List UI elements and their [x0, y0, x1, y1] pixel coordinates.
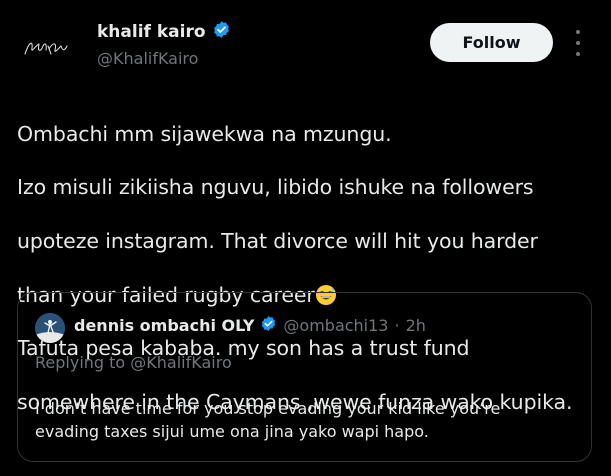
tweet-text-line: Ombachi mm sijawekwa na mzungu. — [17, 121, 392, 146]
tweet-header: khalif kairo @KhalifKairo Follow — [0, 0, 611, 90]
replying-mention-link[interactable]: @KhalifKairo — [130, 353, 231, 372]
quote-header: dennis ombachi OLY @ombachi13 · 2h — [74, 315, 426, 336]
verified-badge-icon — [260, 315, 277, 336]
quote-author-name[interactable]: dennis ombachi OLY — [74, 316, 254, 335]
author-display-name[interactable]: khalif kairo — [97, 22, 206, 42]
quoted-tweet[interactable]: dennis ombachi OLY @ombachi13 · 2h Reply… — [17, 292, 592, 462]
signature-logo-icon — [24, 42, 68, 55]
follow-button[interactable]: Follow — [430, 23, 553, 62]
tweet-text-line: Izo misuli zikiisha nguvu, libido ishuke… — [17, 175, 534, 200]
verified-badge-icon — [212, 20, 231, 43]
more-vertical-icon[interactable] — [568, 30, 588, 56]
author-handle[interactable]: @KhalifKairo — [97, 49, 231, 68]
tweet-text-line: upoteze instagram. That divorce will hit… — [17, 228, 538, 253]
replying-prefix: Replying to — [35, 353, 126, 372]
separator-dot: · — [394, 316, 400, 335]
display-name-row: khalif kairo — [97, 20, 231, 43]
quote-text-line: evading taxes sijui ume ona jina yako wa… — [35, 422, 429, 441]
quote-author-avatar[interactable] — [35, 313, 65, 343]
quote-text-line: I don’t have time for you stop evading y… — [35, 399, 501, 418]
replying-to: Replying to @KhalifKairo — [35, 353, 232, 372]
quote-author-handle[interactable]: @ombachi13 — [283, 316, 388, 335]
quote-text: I don’t have time for you stop evading y… — [35, 397, 580, 443]
quote-timestamp[interactable]: 2h — [406, 316, 426, 335]
author-block: khalif kairo @KhalifKairo — [97, 20, 231, 68]
author-avatar[interactable] — [17, 20, 75, 78]
